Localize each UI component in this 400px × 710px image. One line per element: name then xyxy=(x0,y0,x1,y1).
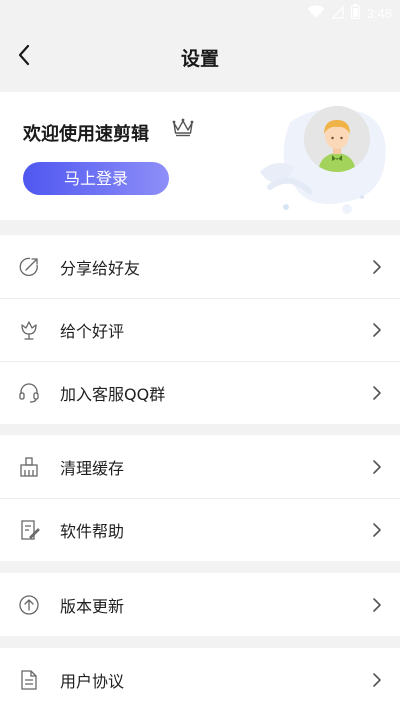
headset-icon xyxy=(18,382,40,404)
document-icon xyxy=(18,669,40,691)
status-time: 3:48 xyxy=(366,6,392,21)
crown-icon xyxy=(172,117,194,141)
chevron-right-icon xyxy=(372,672,382,688)
chevron-right-icon xyxy=(372,597,382,613)
chevron-right-icon xyxy=(372,322,382,338)
list-item-user-agreement[interactable]: 用户协议 xyxy=(0,648,400,710)
share-icon xyxy=(18,256,40,278)
settings-group-1: 分享给好友 给个好评 加入客服QQ群 xyxy=(0,235,400,424)
upgrade-icon xyxy=(18,594,40,616)
list-item-label: 用户协议 xyxy=(60,672,125,691)
list-item-update[interactable]: 版本更新 xyxy=(0,573,400,636)
page-title: 设置 xyxy=(180,48,219,70)
avatar[interactable] xyxy=(304,106,370,172)
broom-icon xyxy=(18,456,40,478)
list-item-label: 给个好评 xyxy=(60,322,125,341)
welcome-text: 欢迎使用速剪辑 xyxy=(23,124,149,145)
top-bar: 设置 xyxy=(0,28,400,88)
chevron-right-icon xyxy=(372,522,382,538)
settings-group-3: 版本更新 xyxy=(0,573,400,636)
list-item-qq-group[interactable]: 加入客服QQ群 xyxy=(0,361,400,424)
list-item-share[interactable]: 分享给好友 xyxy=(0,235,400,298)
chevron-right-icon xyxy=(372,459,382,475)
list-item-label: 加入客服QQ群 xyxy=(60,385,166,404)
list-item-label: 软件帮助 xyxy=(60,522,125,541)
battery-icon xyxy=(350,4,360,23)
list-item-label: 分享给好友 xyxy=(60,259,141,278)
list-item-help[interactable]: 软件帮助 xyxy=(0,498,400,561)
chevron-right-icon xyxy=(372,385,382,401)
login-button[interactable]: 马上登录 xyxy=(23,162,169,195)
settings-group-2: 清理缓存 软件帮助 xyxy=(0,435,400,561)
wifi-icon xyxy=(307,4,325,23)
chevron-right-icon xyxy=(372,259,382,275)
flower-icon xyxy=(18,319,40,341)
list-item-clear-cache[interactable]: 清理缓存 xyxy=(0,435,400,498)
list-item-rate[interactable]: 给个好评 xyxy=(0,298,400,361)
signal-icon xyxy=(331,4,344,23)
help-doc-icon xyxy=(18,519,40,541)
list-item-label: 清理缓存 xyxy=(60,459,125,478)
list-item-label: 版本更新 xyxy=(60,597,125,616)
settings-group-4: 用户协议 xyxy=(0,648,400,710)
status-bar: 3:48 xyxy=(0,0,400,28)
profile-card: 欢迎使用速剪辑 马上登录 xyxy=(0,92,400,220)
